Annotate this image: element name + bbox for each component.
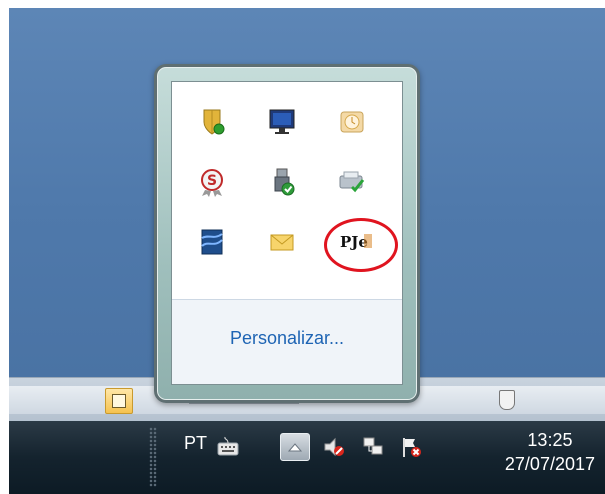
customize-link[interactable]: Personalizar...: [172, 328, 402, 349]
taskbar-grip[interactable]: [149, 427, 157, 487]
usb-safely-remove-icon[interactable]: [266, 166, 298, 198]
flyout-panel: S PJe Personalizar...: [171, 81, 403, 385]
svg-text:S: S: [207, 173, 217, 189]
show-hidden-icons-button[interactable]: [280, 433, 310, 461]
system-clock[interactable]: 13:25 27/07/2017: [505, 429, 595, 477]
monitor-display-icon[interactable]: [266, 106, 298, 138]
clock-date: 27/07/2017: [504, 454, 595, 474]
clock-time: 13:25: [527, 430, 573, 450]
notification-overflow-flyout: S PJe Personalizar...: [154, 64, 420, 403]
chevron-up-icon: [287, 443, 303, 452]
background-window-button: [105, 388, 133, 414]
network-icon[interactable]: [361, 435, 385, 459]
printer-check-icon[interactable]: [336, 166, 368, 198]
mail-envelope-icon[interactable]: [266, 226, 298, 258]
app-blue-icon[interactable]: [196, 226, 228, 258]
shield-security-icon[interactable]: [196, 106, 228, 138]
volume-muted-icon[interactable]: [322, 435, 346, 459]
calendar-clock-icon[interactable]: [336, 106, 368, 138]
highlight-circle: [324, 218, 398, 272]
taskbar: PT 13:25 27/07/2017: [9, 421, 605, 494]
keyboard-icon[interactable]: [216, 435, 240, 459]
action-center-flag-icon[interactable]: [399, 435, 423, 459]
background-pin-icon: [499, 390, 515, 410]
language-indicator[interactable]: PT: [184, 433, 207, 454]
flyout-footer: Personalizar...: [172, 299, 402, 384]
s-badge-icon[interactable]: S: [196, 166, 228, 198]
